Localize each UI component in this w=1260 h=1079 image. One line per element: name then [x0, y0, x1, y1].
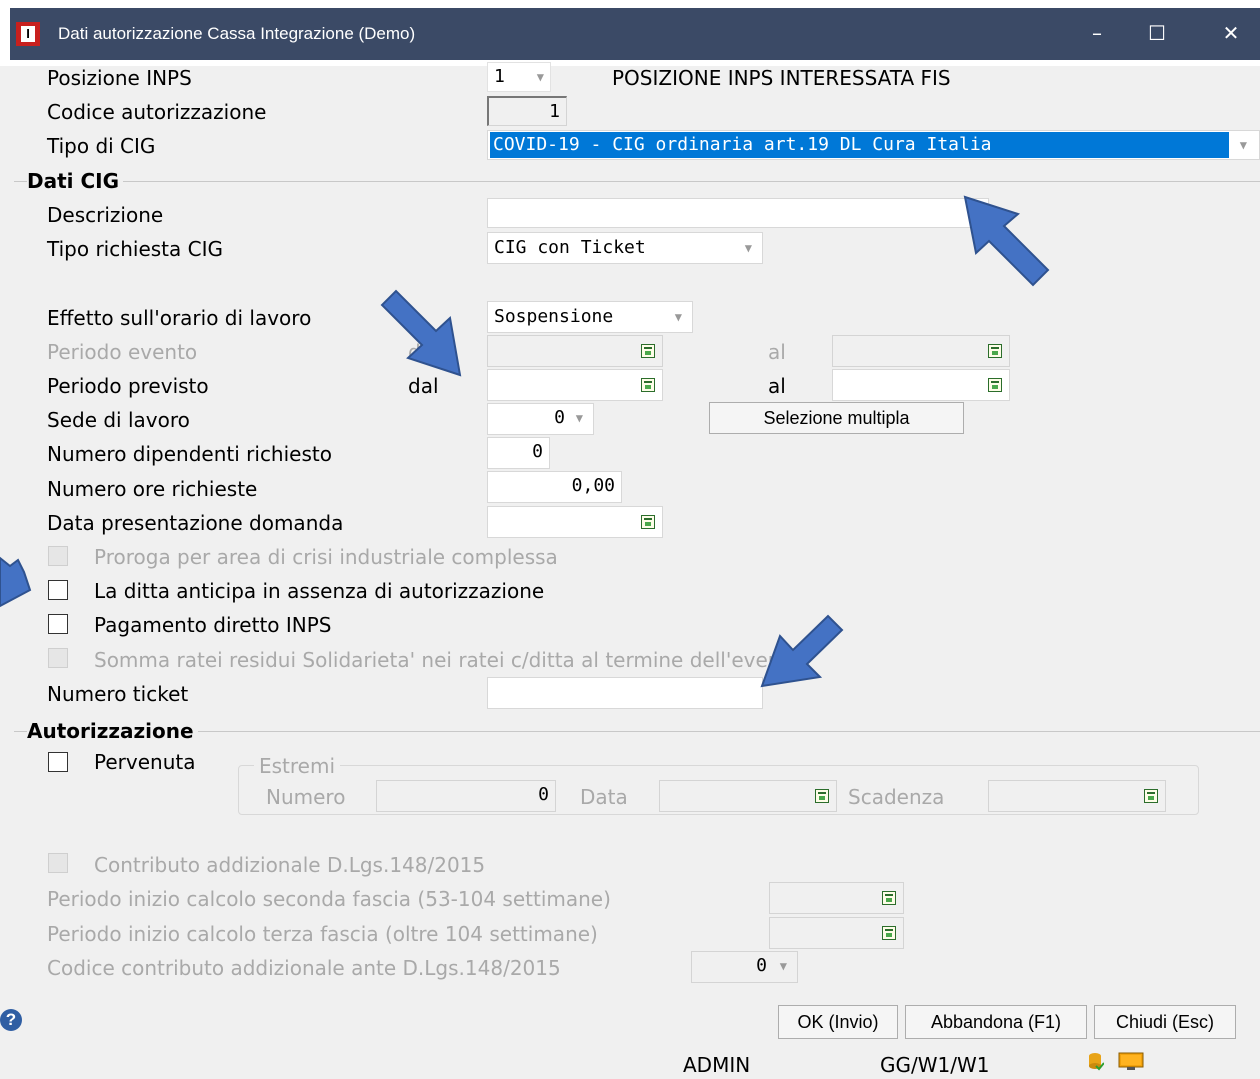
- annotation-overlay: [0, 195, 1050, 688]
- annotation-arrow: [760, 614, 844, 688]
- annotation-arrow: [963, 195, 1050, 287]
- annotation-arrow: [0, 556, 32, 608]
- annotation-arrow: [380, 289, 462, 377]
